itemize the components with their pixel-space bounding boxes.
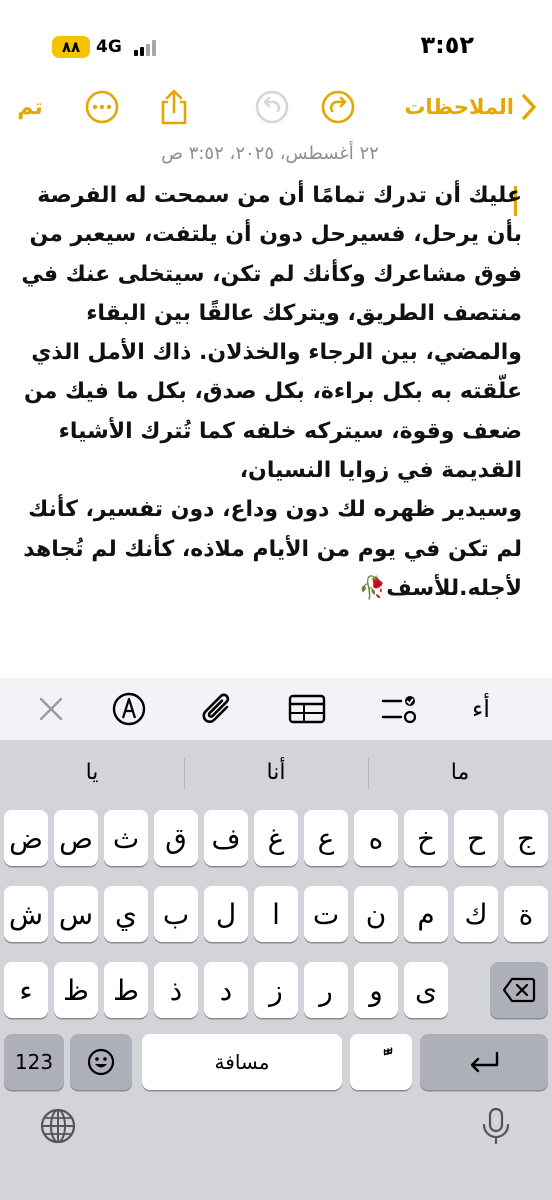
key[interactable]: ط xyxy=(104,962,148,1018)
suggestion-bar: ما أنا يا xyxy=(0,740,552,806)
note-body[interactable]: عليك أن تدرك تمامًا أن من سمحت له الفرصة… xyxy=(12,176,522,608)
key[interactable]: د xyxy=(204,962,248,1018)
more-options-button[interactable] xyxy=(80,82,124,132)
globe-icon xyxy=(40,1108,76,1144)
markup-button[interactable] xyxy=(106,686,152,732)
key[interactable]: غ xyxy=(254,810,298,866)
key[interactable]: ض xyxy=(4,810,48,866)
key[interactable]: ع xyxy=(304,810,348,866)
key[interactable]: ب xyxy=(154,886,198,942)
close-icon xyxy=(39,697,63,721)
microphone-icon xyxy=(482,1107,510,1145)
key[interactable]: ح xyxy=(454,810,498,866)
key[interactable]: م xyxy=(404,886,448,942)
key[interactable]: ج xyxy=(504,810,548,866)
checklist-icon xyxy=(381,696,417,724)
close-format-bar-button[interactable] xyxy=(28,686,74,732)
key[interactable]: ي xyxy=(104,886,148,942)
suggestion-item[interactable]: يا xyxy=(22,758,162,788)
emoji-icon xyxy=(87,1048,115,1076)
key[interactable]: ت xyxy=(304,886,348,942)
note-date: ٢٢ أغسطس، ٢٠٢٥، ٣:٥٢ ص xyxy=(161,143,379,164)
key[interactable]: ه xyxy=(354,810,398,866)
delete-backward-icon xyxy=(502,977,536,1003)
attachment-button[interactable] xyxy=(194,686,240,732)
suggestion-divider xyxy=(368,758,369,790)
checklist-button[interactable] xyxy=(376,686,422,732)
back-label: الملاحظات xyxy=(404,95,514,119)
key[interactable]: ى xyxy=(404,962,448,1018)
suggestion-item[interactable]: ما xyxy=(390,758,530,788)
key[interactable]: خ xyxy=(404,810,448,866)
emoji-key[interactable] xyxy=(70,1034,132,1090)
key[interactable]: ص xyxy=(54,810,98,866)
redo-icon xyxy=(321,90,355,124)
text-style-button[interactable]: أء xyxy=(458,686,504,732)
key[interactable]: ة xyxy=(504,886,548,942)
key[interactable]: و xyxy=(354,962,398,1018)
key[interactable]: ء xyxy=(4,962,48,1018)
key[interactable]: ز xyxy=(254,962,298,1018)
key[interactable]: ن xyxy=(354,886,398,942)
key[interactable]: ر xyxy=(304,962,348,1018)
back-to-notes-button[interactable]: الملاحظات xyxy=(368,82,538,132)
key[interactable]: ش xyxy=(4,886,48,942)
numbers-key[interactable]: 123 xyxy=(4,1034,64,1090)
key[interactable]: ف xyxy=(204,810,248,866)
table-icon xyxy=(288,694,326,724)
key[interactable]: ق xyxy=(154,810,198,866)
status-time: ٣:٥٢ xyxy=(420,31,474,59)
ellipsis-circle-icon xyxy=(85,90,119,124)
key[interactable]: ظ xyxy=(54,962,98,1018)
return-icon xyxy=(470,1051,499,1073)
notes-toolbar: تم الملاحظات xyxy=(0,82,552,134)
globe-button[interactable] xyxy=(38,1106,78,1146)
done-button[interactable]: تم xyxy=(10,82,50,132)
key[interactable]: ث xyxy=(104,810,148,866)
undo-icon xyxy=(255,90,289,124)
diacritic-key[interactable]: ًّ xyxy=(350,1034,412,1090)
delete-key[interactable] xyxy=(490,962,548,1018)
dictation-button[interactable] xyxy=(476,1106,516,1146)
suggestion-divider xyxy=(184,758,185,790)
network-type: 4G xyxy=(96,37,122,57)
return-key[interactable] xyxy=(420,1034,548,1090)
share-icon xyxy=(161,89,187,125)
key[interactable]: س xyxy=(54,886,98,942)
share-button[interactable] xyxy=(152,82,196,132)
chevron-right-icon xyxy=(522,94,536,120)
battery-indicator: ٨٨ xyxy=(52,36,90,58)
suggestion-item[interactable]: أنا xyxy=(206,758,346,788)
redo-button[interactable] xyxy=(316,82,360,132)
space-key[interactable]: مسافة xyxy=(142,1034,342,1090)
undo-button[interactable] xyxy=(250,82,294,132)
keyboard: ما أنا يا ج ح خ ه ع غ ف ق ث ص ض ة ك م ن … xyxy=(0,740,552,1200)
attachment-icon xyxy=(202,693,230,723)
table-button[interactable] xyxy=(284,686,330,732)
key[interactable]: ل xyxy=(204,886,248,942)
key[interactable]: ك xyxy=(454,886,498,942)
key[interactable]: ا xyxy=(254,886,298,942)
signal-icon xyxy=(134,40,160,56)
markup-icon xyxy=(112,692,146,726)
format-bar: أء xyxy=(0,678,552,740)
key[interactable]: ذ xyxy=(154,962,198,1018)
status-bar: ٨٨ 4G ٣:٥٢ xyxy=(0,0,552,80)
